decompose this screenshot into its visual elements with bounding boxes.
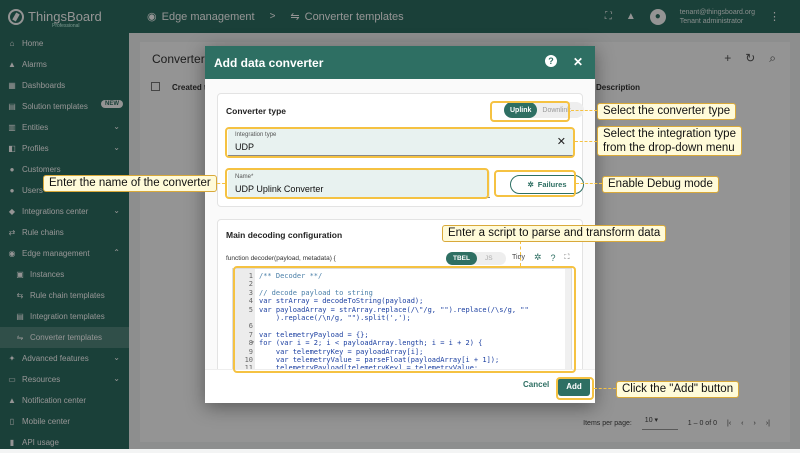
callout-select-integration: Select the integration type from the dro… [597, 126, 742, 156]
dialog-header: Add data converter ? ✕ [205, 46, 595, 79]
callout-click-add: Click the "Add" button [616, 381, 740, 398]
connector-line [575, 141, 597, 142]
highlight-name [225, 168, 489, 199]
highlight-integration-type [225, 127, 575, 158]
callout-select-type: Select the converter type [597, 103, 737, 120]
converter-type-title: Converter type [226, 106, 286, 116]
connector-line [576, 183, 602, 184]
dialog-title: Add data converter [214, 55, 324, 70]
highlight-add [556, 377, 594, 400]
callout-script: Enter a script to parse and transform da… [442, 225, 667, 242]
decoding-title: Main decoding configuration [226, 230, 343, 240]
connector-line [520, 241, 521, 266]
js-option[interactable]: JS [477, 255, 493, 262]
connector-line [571, 110, 597, 111]
highlight-converter-type [490, 101, 570, 122]
tbel-option[interactable]: TBEL [446, 252, 477, 265]
help-circle-icon[interactable]: ? [551, 253, 556, 263]
tidy-button[interactable]: Tidy [512, 254, 525, 261]
close-icon[interactable]: ✕ [573, 55, 583, 69]
function-signature: function decoder(payload, metadata) { [226, 255, 336, 262]
callout-enter-name: Enter the name of the converter [43, 175, 217, 192]
highlight-debug [494, 170, 576, 197]
help-icon[interactable]: ? [544, 55, 557, 67]
highlight-script [233, 266, 576, 373]
cancel-button[interactable]: Cancel [523, 380, 549, 389]
connector-line [594, 388, 616, 389]
script-language-toggle: TBEL JS [446, 252, 506, 265]
test-bug-icon[interactable]: ✲ [534, 252, 542, 263]
fullscreen-icon[interactable]: ⛶ [565, 254, 570, 262]
dialog-footer: Cancel Add [205, 369, 595, 403]
callout-debug: Enable Debug mode [602, 176, 719, 193]
